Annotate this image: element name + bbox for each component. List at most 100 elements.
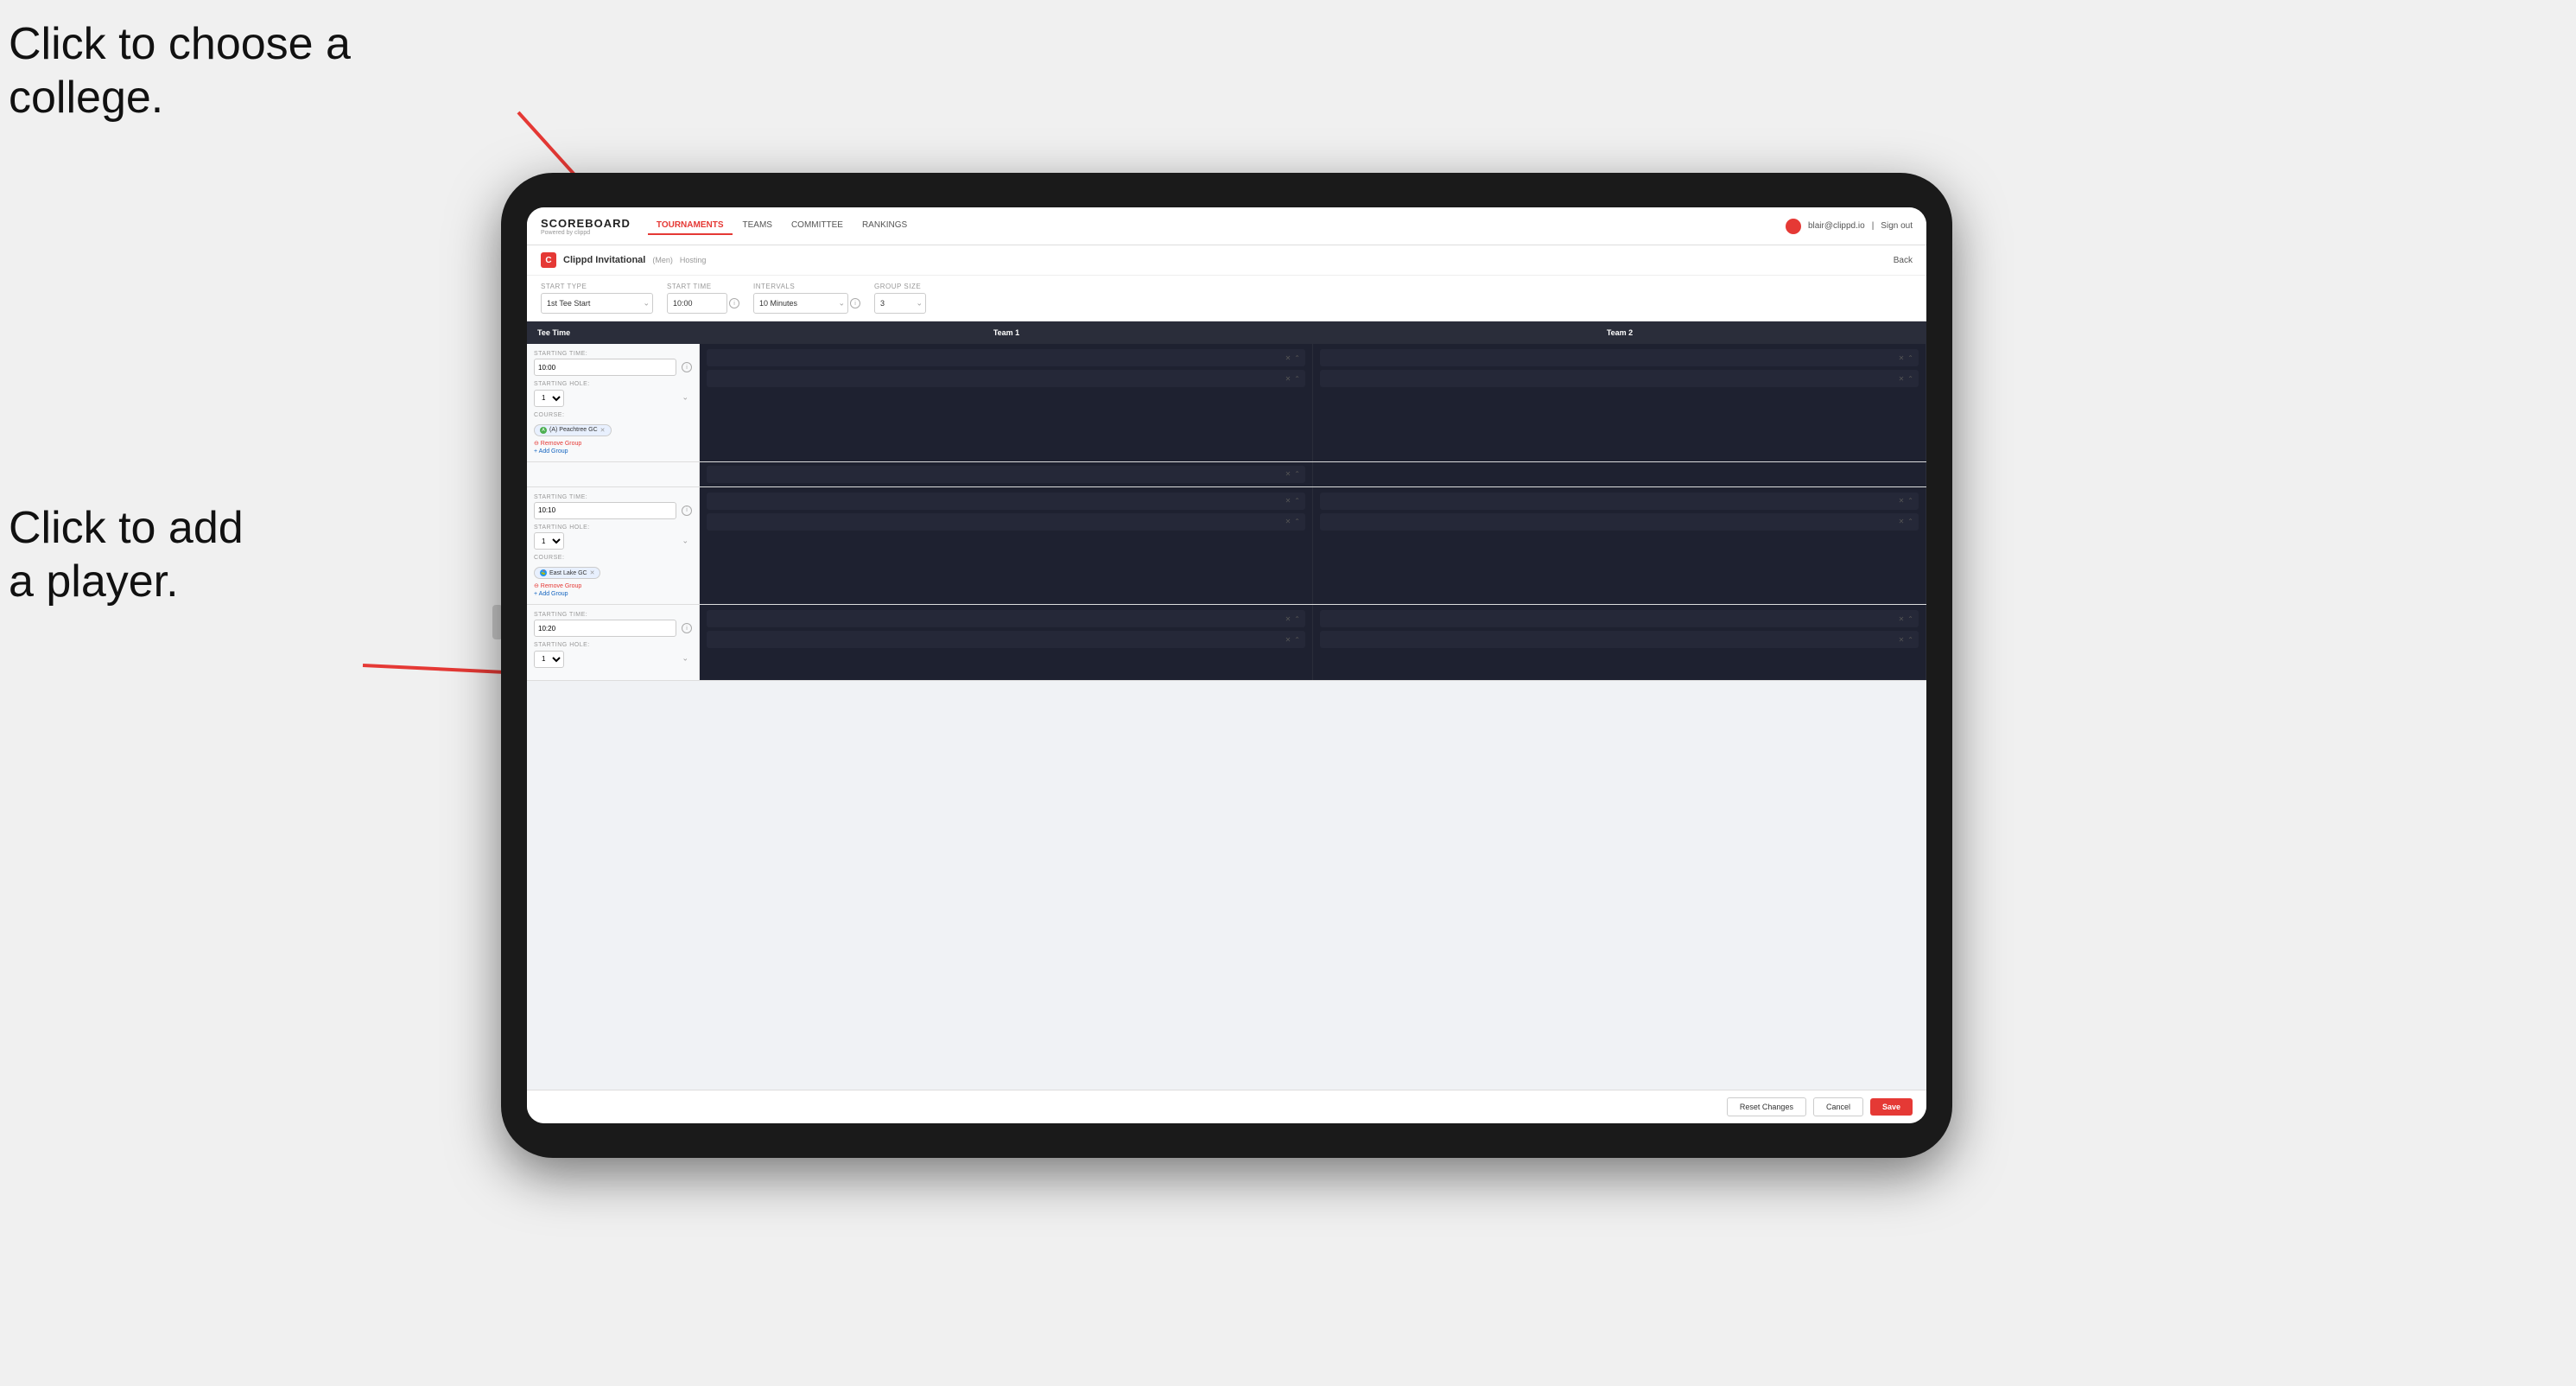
player-expand-icon-1-2[interactable]: ✕ [1285, 375, 1291, 383]
player-course-slot-1-1[interactable]: ✕ ⌃ [707, 466, 1305, 483]
player-ch-2-4[interactable]: ⌃ [1907, 518, 1913, 525]
starting-hole-row-1: 1 [534, 389, 692, 407]
add-group-1[interactable]: + Add Group [534, 448, 692, 455]
start-type-group: Start Type 1st Tee Start [541, 283, 653, 314]
player-ch-3-2[interactable]: ⌃ [1294, 636, 1300, 644]
intervals-info-icon: i [850, 298, 860, 308]
nav-tournaments[interactable]: TOURNAMENTS [648, 217, 733, 235]
starting-hole-row-2: 1 [534, 532, 692, 550]
player-slot-3-3[interactable]: ✕ ⌃ [1320, 610, 1919, 627]
player-slot-2-1[interactable]: ✕ ⌃ [707, 493, 1305, 510]
course-name-1: (A) Peachtree GC [549, 427, 598, 433]
player-slot-2-2[interactable]: ✕ ⌃ [707, 513, 1305, 531]
intervals-label: Intervals [753, 283, 860, 290]
reset-button[interactable]: Reset Changes [1727, 1097, 1806, 1116]
starting-time-input-2[interactable] [534, 502, 676, 519]
x-icon-c1[interactable]: ✕ [1285, 470, 1291, 478]
time-info-icon-3: i [682, 623, 692, 633]
nav-right: blair@clippd.io | Sign out [1786, 219, 1913, 234]
starting-hole-row-3: 1 [534, 650, 692, 668]
player-ch-2-2[interactable]: ⌃ [1294, 518, 1300, 525]
back-button[interactable]: Back [1894, 256, 1913, 265]
group-course-left-1 [527, 462, 700, 486]
player-chevron-icon-1-3[interactable]: ⌃ [1907, 354, 1913, 362]
course-remove-2[interactable]: ✕ [590, 569, 595, 576]
player-slot-2-4[interactable]: ✕ ⌃ [1320, 513, 1919, 531]
time-info-icon-1: i [682, 362, 692, 372]
sign-out-link[interactable]: Sign out [1881, 221, 1913, 231]
player-x-2-2[interactable]: ✕ [1285, 518, 1291, 525]
nav-separator: | [1872, 221, 1875, 231]
group-row-3: STARTING TIME: i STARTING HOLE: 1 [527, 605, 1926, 681]
starting-hole-label-2: STARTING HOLE: [534, 525, 692, 531]
player-slot-3-2[interactable]: ✕ ⌃ [707, 631, 1305, 648]
user-email: blair@clippd.io [1808, 221, 1865, 231]
player-slot-1-4[interactable]: ✕ ⌃ [1320, 370, 1919, 387]
group-left-3: STARTING TIME: i STARTING HOLE: 1 [527, 605, 700, 680]
annotation-choose-college: Click to choose a college. [9, 17, 351, 125]
player-x-2-3[interactable]: ✕ [1899, 497, 1905, 505]
group-left-2: STARTING TIME: i STARTING HOLE: 1 COURS [527, 487, 700, 605]
main-content: STARTING TIME: i STARTING HOLE: 1 COURS [527, 344, 1926, 1090]
team2-cell-3: ✕ ⌃ ✕ ⌃ [1313, 605, 1926, 680]
annotation-add-player: Click to add a player. [9, 501, 244, 609]
player-chevron-icon-1-2[interactable]: ⌃ [1294, 375, 1300, 383]
player-slot-2-3[interactable]: ✕ ⌃ [1320, 493, 1919, 510]
player-slot-3-4[interactable]: ✕ ⌃ [1320, 631, 1919, 648]
player-x-3-3[interactable]: ✕ [1899, 615, 1905, 623]
course-remove-1[interactable]: ✕ [600, 427, 606, 434]
player-expand-icon-1-4[interactable]: ✕ [1899, 375, 1905, 383]
chevron-icon-c1[interactable]: ⌃ [1294, 470, 1300, 478]
player-expand-icon-1-1[interactable]: ✕ [1285, 354, 1291, 362]
course-tag-wrapper-2: ⛳ East Lake GC ✕ [534, 563, 692, 579]
breadcrumb-area: C Clippd Invitational (Men) Hosting [541, 252, 706, 268]
player-ch-2-1[interactable]: ⌃ [1294, 497, 1300, 505]
time-info-icon-2: i [682, 505, 692, 516]
player-chevron-icon-1-4[interactable]: ⌃ [1907, 375, 1913, 383]
start-time-input[interactable] [667, 293, 727, 314]
player-slot-1-1[interactable]: ✕ ⌃ [707, 349, 1305, 366]
group-size-select[interactable]: 3 [874, 293, 926, 314]
player-ch-2-3[interactable]: ⌃ [1907, 497, 1913, 505]
player-ch-3-3[interactable]: ⌃ [1907, 615, 1913, 623]
player-ch-3-4[interactable]: ⌃ [1907, 636, 1913, 644]
player-x-3-4[interactable]: ✕ [1899, 636, 1905, 644]
nav-teams[interactable]: TEAMS [734, 217, 781, 235]
start-type-select[interactable]: 1st Tee Start [541, 293, 653, 314]
course-tag-2[interactable]: ⛳ East Lake GC ✕ [534, 567, 600, 579]
player-chevron-icon-1-1[interactable]: ⌃ [1294, 354, 1300, 362]
player-slot-3-1[interactable]: ✕ ⌃ [707, 610, 1305, 627]
starting-time-input-1[interactable] [534, 359, 676, 376]
col-team1: Team 1 [700, 321, 1313, 344]
group-row-1: STARTING TIME: i STARTING HOLE: 1 COURS [527, 344, 1926, 462]
player-x-2-4[interactable]: ✕ [1899, 518, 1905, 525]
cancel-button[interactable]: Cancel [1813, 1097, 1863, 1116]
course-tag-1[interactable]: A (A) Peachtree GC ✕ [534, 424, 612, 436]
starting-time-input-3[interactable] [534, 620, 676, 637]
starting-hole-select-2[interactable]: 1 [534, 532, 564, 550]
remove-group-1[interactable]: ⊖ Remove Group [534, 440, 692, 447]
player-slot-1-3[interactable]: ✕ ⌃ [1320, 349, 1919, 366]
group-size-select-wrapper: 3 [874, 293, 926, 314]
player-slot-1-2[interactable]: ✕ ⌃ [707, 370, 1305, 387]
starting-time-row-1: i [534, 359, 692, 376]
course-icon-2: ⛳ [540, 569, 547, 576]
player-expand-icon-1-3[interactable]: ✕ [1899, 354, 1905, 362]
starting-hole-select-3[interactable]: 1 [534, 651, 564, 668]
save-button[interactable]: Save [1870, 1098, 1913, 1116]
group-course-row-1: ✕ ⌃ [527, 462, 1926, 487]
user-avatar [1786, 219, 1801, 234]
nav-rankings[interactable]: RANKINGS [853, 217, 916, 235]
tablet-frame: SCOREBOARD Powered by clippd TOURNAMENTS… [501, 173, 1952, 1158]
add-group-2[interactable]: + Add Group [534, 591, 692, 597]
player-x-3-2[interactable]: ✕ [1285, 636, 1291, 644]
player-x-3-1[interactable]: ✕ [1285, 615, 1291, 623]
intervals-select[interactable]: 10 Minutes [753, 293, 848, 314]
starting-hole-select-1[interactable]: 1 [534, 390, 564, 407]
logo-area: SCOREBOARD Powered by clippd [541, 217, 631, 236]
player-ch-3-1[interactable]: ⌃ [1294, 615, 1300, 623]
nav-committee[interactable]: COMMITTEE [783, 217, 852, 235]
remove-group-2[interactable]: ⊖ Remove Group [534, 582, 692, 589]
player-x-2-1[interactable]: ✕ [1285, 497, 1291, 505]
intervals-input-wrapper: 10 Minutes i [753, 293, 860, 314]
